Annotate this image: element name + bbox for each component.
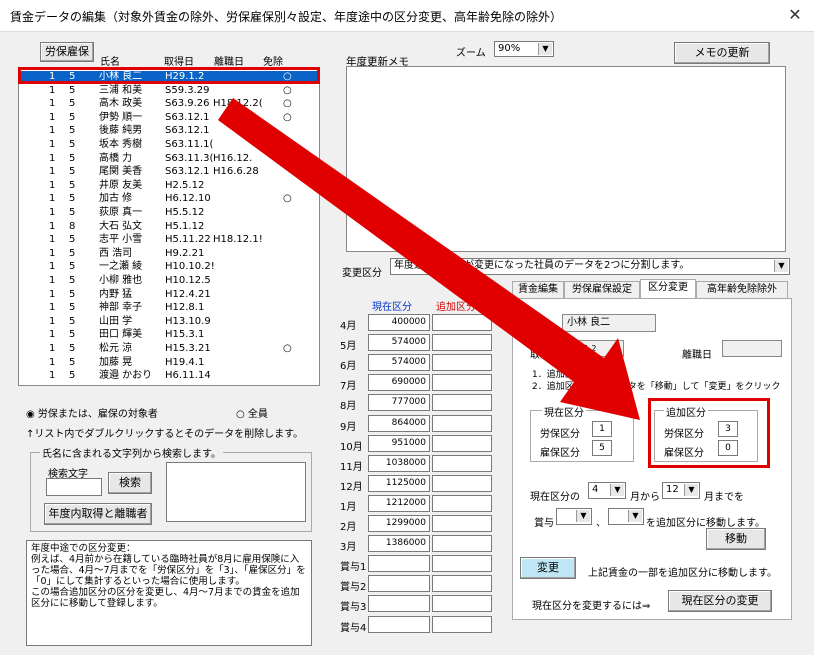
- red-arrow-annotation: [218, 98, 640, 420]
- red-arrow-icon: [218, 98, 640, 420]
